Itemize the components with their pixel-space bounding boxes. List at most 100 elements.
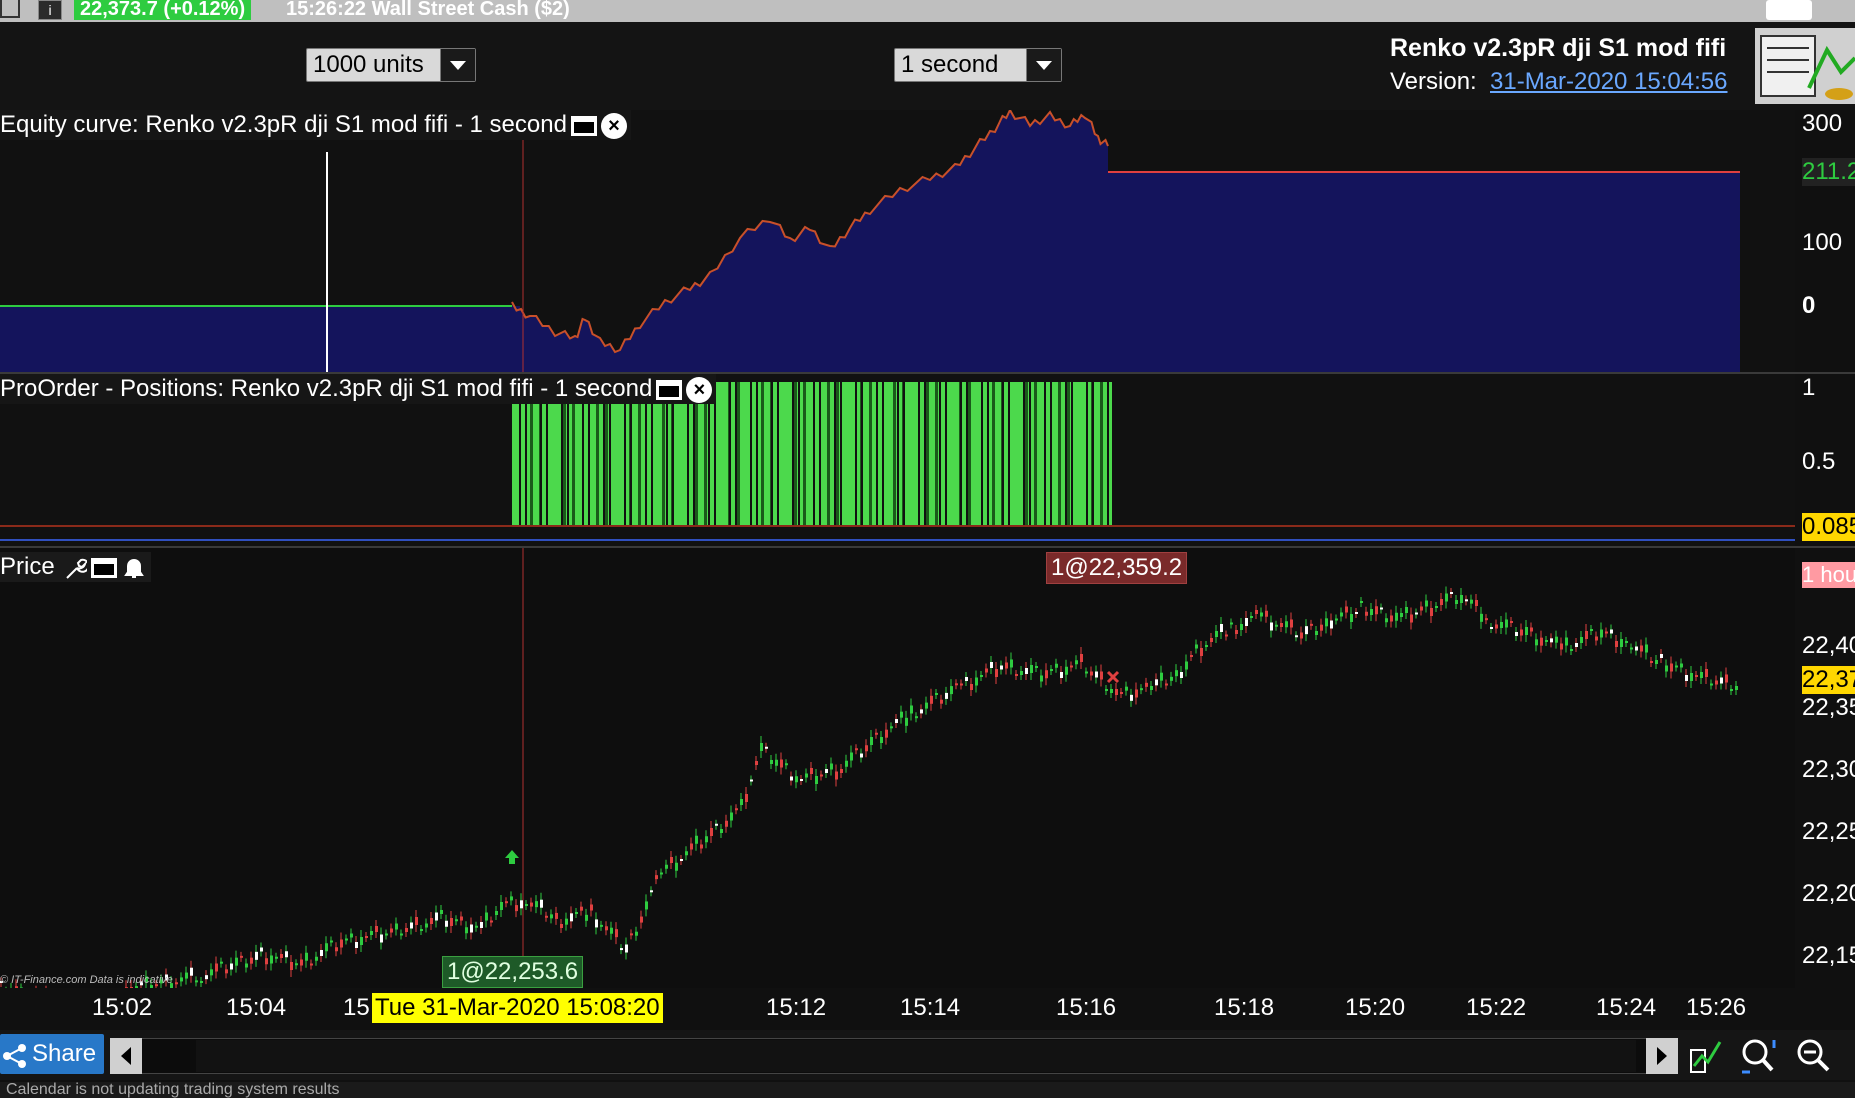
chevron-down-icon[interactable] <box>440 49 475 81</box>
candle-body <box>765 746 768 749</box>
proorder-logo-icon[interactable] <box>1755 28 1855 104</box>
candle-body <box>1475 600 1478 606</box>
candle-body <box>1285 621 1288 628</box>
candle-body <box>1530 627 1533 632</box>
candle-body <box>885 729 888 738</box>
candle-body <box>1125 686 1128 691</box>
timeframe-select[interactable]: 1 second <box>894 48 1062 82</box>
position-bar <box>743 382 746 526</box>
strategy-version-link[interactable]: 31-Mar-2020 15:04:56 <box>1490 68 1728 96</box>
position-bar <box>824 382 827 526</box>
bell-icon[interactable] <box>121 555 147 581</box>
candle-body <box>590 904 593 911</box>
close-icon[interactable]: × <box>686 376 713 403</box>
candle-body <box>1150 686 1153 690</box>
data-disclaimer: © IT-Finance.com Data is indicative <box>0 974 173 986</box>
position-bar <box>845 382 848 526</box>
share-button[interactable]: Share <box>0 1034 104 1074</box>
scroll-right-arrow-icon[interactable] <box>1646 1038 1678 1074</box>
position-bar <box>716 382 719 526</box>
chart-settings-icon[interactable] <box>1688 1036 1724 1076</box>
candle-body <box>235 957 238 966</box>
candle-body <box>345 938 348 941</box>
candle-body <box>370 931 373 935</box>
maximize-window-icon[interactable] <box>570 115 597 136</box>
keyboard-icon[interactable] <box>1766 0 1812 20</box>
top-status-strip <box>0 0 1855 22</box>
candle-body <box>1200 648 1203 656</box>
candle-body <box>320 950 323 956</box>
candle-body <box>1640 645 1643 652</box>
price-panel[interactable]: Price 1@22,359.2 1@22,253.6 © IT-Finance… <box>0 548 1795 1032</box>
position-bar <box>887 382 890 526</box>
candle-body <box>1310 623 1313 626</box>
position-bar <box>1088 382 1091 526</box>
candle-body <box>1175 670 1178 677</box>
position-bar <box>1100 382 1103 526</box>
candle-body <box>845 760 848 767</box>
position-bar <box>788 382 791 526</box>
candle-body <box>580 906 583 911</box>
candle-body <box>1665 665 1668 672</box>
candle-body <box>1115 689 1118 695</box>
candle-body <box>700 844 703 849</box>
equity-curve-panel[interactable]: Equity curve: Renko v2.3pR dji S1 mod fi… <box>0 107 1795 372</box>
candle-body <box>1250 616 1253 618</box>
candle-body <box>1705 669 1708 677</box>
maximize-window-icon[interactable] <box>91 557 118 578</box>
position-bar <box>779 382 782 526</box>
candle-body <box>800 779 803 781</box>
zoom-out-icon[interactable] <box>1794 1036 1834 1076</box>
candle-body <box>810 768 813 774</box>
candle-body <box>1295 635 1298 638</box>
candle-body <box>600 924 603 927</box>
close-icon[interactable]: × <box>600 112 627 139</box>
candle-body <box>425 923 428 928</box>
maximize-window-icon[interactable] <box>656 379 683 400</box>
candle-body <box>315 956 318 961</box>
cursor-date-label: Tue 31-Mar-2020 15:08:20 <box>372 993 663 1023</box>
candle-body <box>1190 655 1193 657</box>
candle-body <box>890 726 893 729</box>
candle-body <box>970 684 973 690</box>
candle-body <box>1570 649 1573 651</box>
position-bar <box>1091 382 1092 526</box>
candle-body <box>305 952 308 961</box>
candle-body <box>980 675 983 677</box>
window-corner-icon[interactable] <box>0 0 20 18</box>
info-icon[interactable]: i <box>38 0 62 20</box>
scroll-thumb[interactable] <box>196 1040 1636 1072</box>
position-bar <box>944 382 945 526</box>
position-bar <box>905 382 908 526</box>
scroll-left-arrow-icon[interactable] <box>110 1038 142 1074</box>
candle-body <box>750 779 753 782</box>
candle-body <box>180 977 183 982</box>
time-axis-label: 15:22 <box>1466 994 1527 1021</box>
candle-body <box>515 905 518 912</box>
position-bar <box>728 382 729 526</box>
candle-body <box>380 934 383 943</box>
candle-body <box>1145 682 1148 687</box>
position-bar <box>854 382 855 526</box>
candle-body <box>1730 689 1733 691</box>
candle-body <box>1485 618 1488 621</box>
position-bar <box>1064 382 1065 526</box>
positions-panel[interactable]: ProOrder - Positions: Renko v2.3pR dji S… <box>0 374 1795 546</box>
units-select[interactable]: 1000 units <box>306 48 476 82</box>
candle-body <box>990 662 993 668</box>
candle-body <box>1515 632 1518 636</box>
candle-body <box>1205 645 1208 647</box>
equity-current-value: 211.2 <box>1802 158 1855 186</box>
candle-body <box>1130 694 1133 701</box>
candle-body <box>1430 608 1433 616</box>
candle-body <box>1080 654 1083 662</box>
candle-body <box>975 677 978 686</box>
candle-body <box>965 677 968 681</box>
wrench-icon[interactable] <box>63 556 90 580</box>
candle-body <box>1110 689 1113 693</box>
zoom-fit-icon[interactable] <box>1738 1036 1780 1076</box>
candle-body <box>545 915 548 918</box>
equity-axis-label: 0 <box>1802 292 1816 319</box>
chevron-down-icon[interactable] <box>1026 49 1061 81</box>
price-axis-label: 22,30 <box>1802 756 1855 783</box>
